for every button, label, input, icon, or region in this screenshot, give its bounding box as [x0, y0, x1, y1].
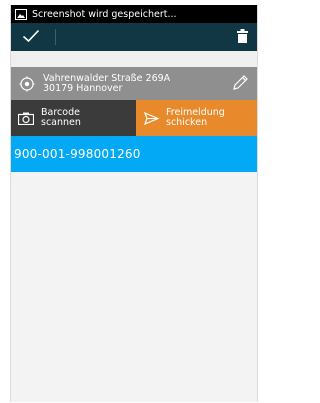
check-icon: [22, 28, 40, 47]
scan-barcode-button[interactable]: Barcode scannen: [11, 100, 136, 136]
send-icon: [136, 111, 166, 125]
location-icon: [11, 76, 43, 92]
action-buttons-row: Barcode scannen Freimeldung schicken: [11, 100, 257, 136]
list-item[interactable]: 900-001-998001260: [11, 136, 257, 172]
delete-button[interactable]: [227, 23, 257, 51]
address-street: Vahrenwalder Straße 269A: [43, 72, 171, 84]
send-release-label: Freimeldung schicken: [166, 108, 225, 128]
address-text: Vahrenwalder Straße 269A 30179 Hannover: [43, 72, 171, 94]
send-label-line2: schicken: [166, 117, 208, 128]
confirm-button[interactable]: [11, 23, 51, 51]
camera-icon: [11, 112, 41, 125]
screenshot-icon: [15, 8, 27, 20]
action-bar: [11, 23, 257, 51]
address-city: 30179 Hannover: [43, 82, 123, 94]
scan-barcode-label: Barcode scannen: [41, 108, 81, 128]
pencil-icon[interactable]: [231, 74, 249, 96]
empty-list-area: [11, 172, 257, 402]
status-bar: Screenshot wird gespeichert...: [11, 5, 257, 23]
address-row[interactable]: Vahrenwalder Straße 269A 30179 Hannover: [11, 67, 257, 100]
app-frame: Screenshot wird gespeichert... Vahrenwal…: [10, 5, 258, 402]
trash-icon: [236, 28, 248, 47]
send-release-button[interactable]: Freimeldung schicken: [136, 100, 257, 136]
status-notification: Screenshot wird gespeichert...: [32, 8, 177, 20]
barcode-number: 900-001-998001260: [14, 147, 141, 161]
action-bar-divider: [55, 29, 56, 45]
scan-label-line2: scannen: [41, 117, 81, 128]
spacer: [11, 51, 257, 67]
